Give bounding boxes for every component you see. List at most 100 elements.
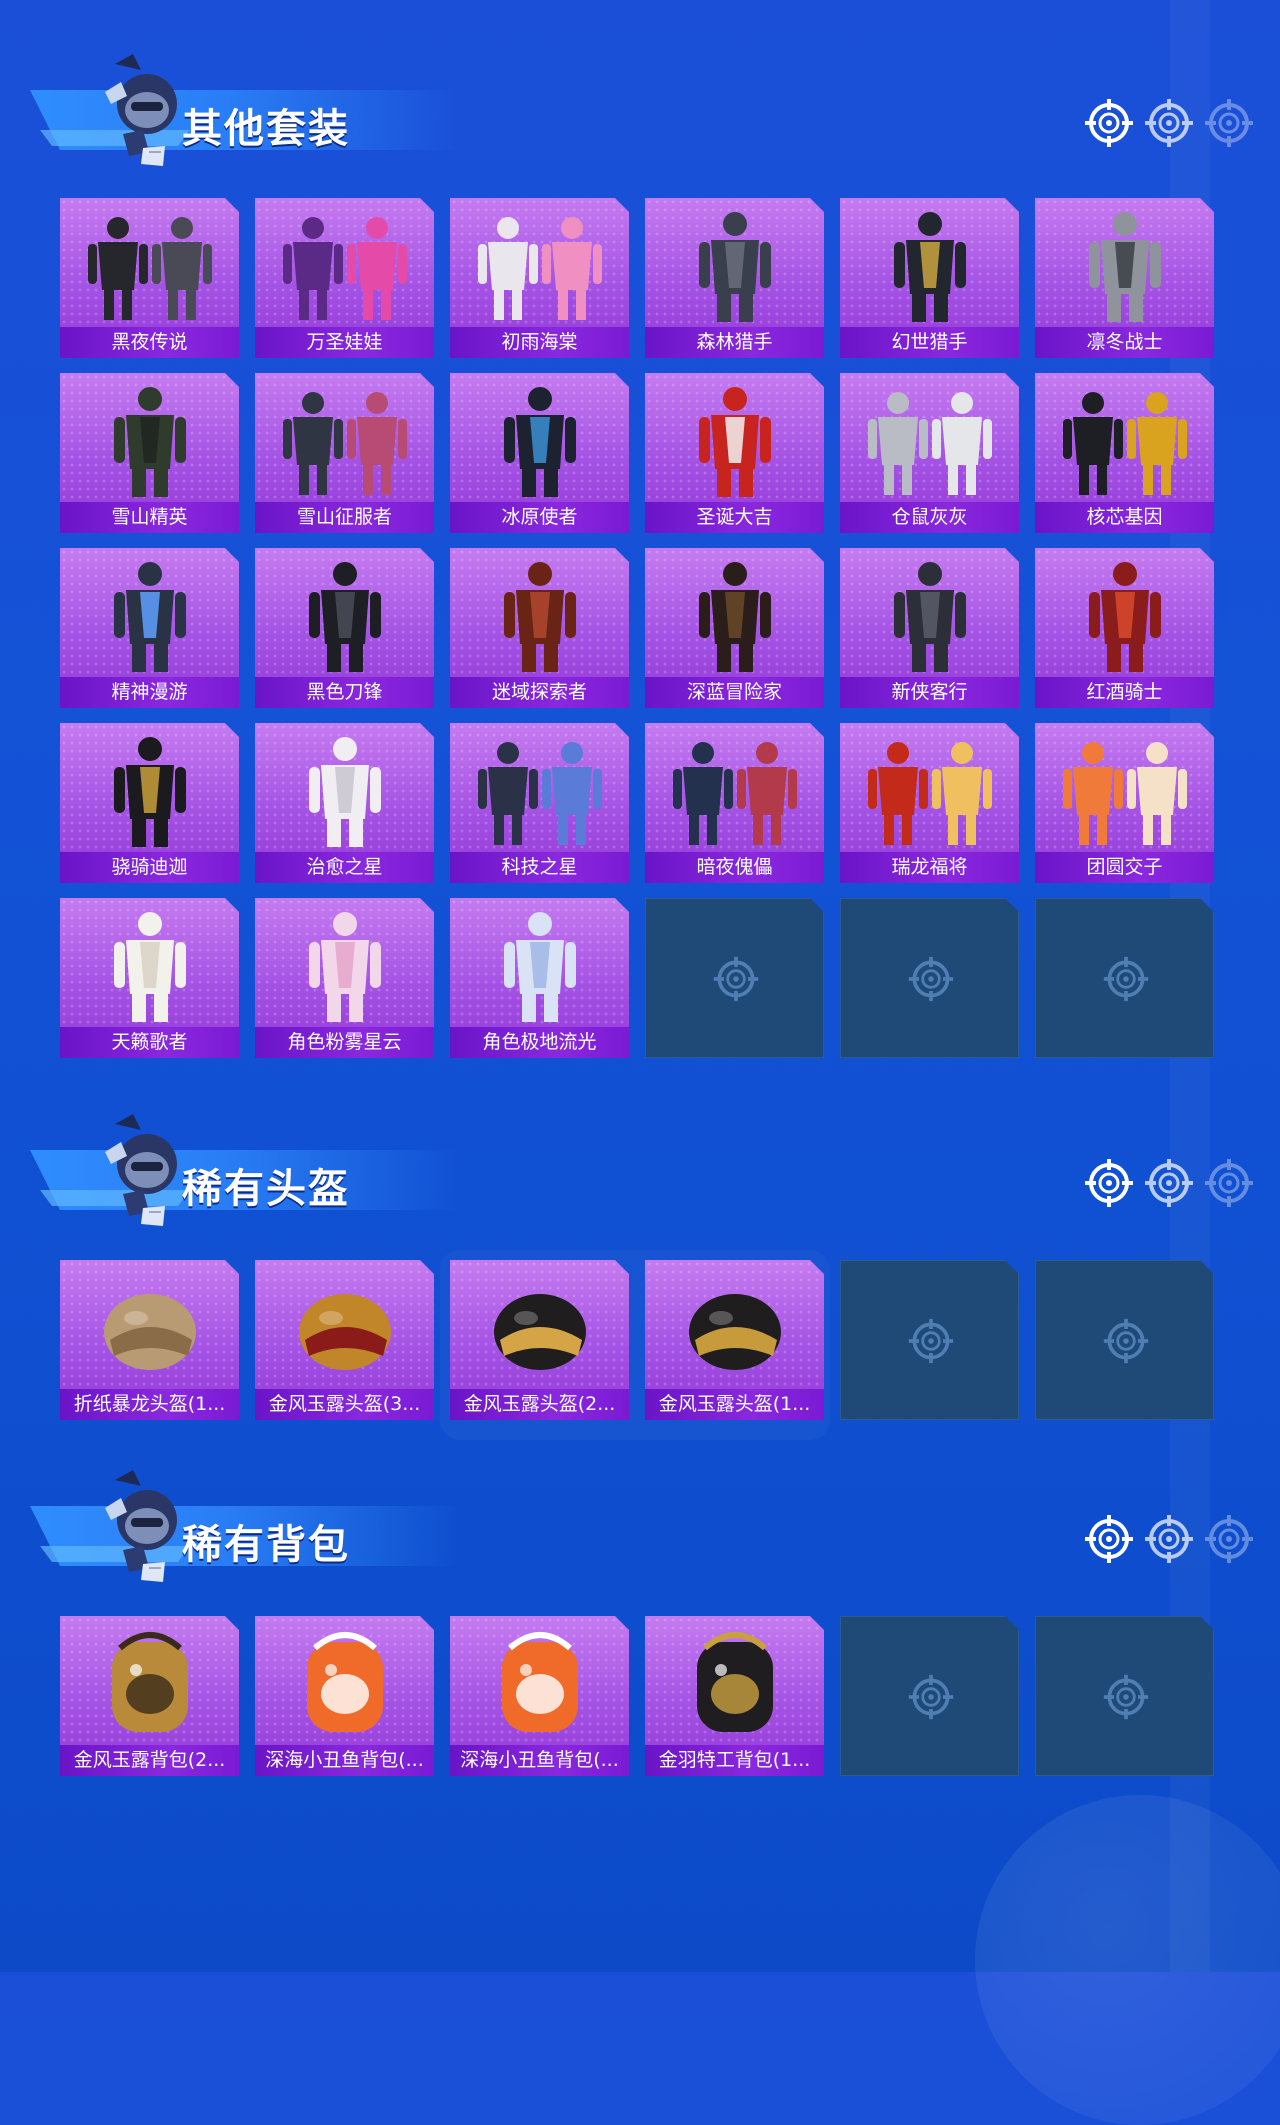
forest-hunter-icon bbox=[645, 198, 824, 326]
item-card[interactable]: 金风玉露头盔(2... bbox=[450, 1260, 629, 1420]
item-card[interactable]: 科技之星 bbox=[450, 723, 629, 883]
item-label: 金风玉露头盔(2... bbox=[450, 1389, 629, 1420]
white-nurse-outfit-icon bbox=[255, 723, 434, 851]
item-label: 天籁歌者 bbox=[60, 1027, 239, 1058]
halloween-doll-pair-icon bbox=[255, 198, 434, 326]
dark-robe-icon bbox=[840, 548, 1019, 676]
item-label: 黑色刀锋 bbox=[255, 677, 434, 708]
item-card[interactable]: 瑞龙福将 bbox=[840, 723, 1019, 883]
item-card[interactable]: 核芯基因 bbox=[1035, 373, 1214, 533]
empty-slot bbox=[1035, 1616, 1214, 1776]
background-parachute bbox=[975, 1795, 1280, 2125]
item-label: 凛冬战士 bbox=[1035, 327, 1214, 358]
item-label: 科技之星 bbox=[450, 852, 629, 883]
item-label: 瑞龙福将 bbox=[840, 852, 1019, 883]
white-singer-outfit-icon bbox=[60, 898, 239, 1026]
item-grid: 黑夜传说 万圣娃娃 初雨海棠 森林猎手 幻世猎手 凛冬战士雪山精英 雪山征服者 冰原使者 圣诞大… bbox=[60, 198, 1220, 1058]
item-card[interactable]: 治愈之星 bbox=[255, 723, 434, 883]
item-card[interactable]: 精神漫游 bbox=[60, 548, 239, 708]
crosshair-icon bbox=[1143, 1513, 1195, 1565]
pink-dress-character-icon bbox=[255, 898, 434, 1026]
black-blade-armor-icon bbox=[255, 548, 434, 676]
empty-slot bbox=[840, 898, 1019, 1058]
white-pink-pair-icon bbox=[450, 198, 629, 326]
item-card[interactable]: 新侠客行 bbox=[840, 548, 1019, 708]
item-label: 冰原使者 bbox=[450, 502, 629, 533]
armored-mech-suit-icon bbox=[60, 548, 239, 676]
item-label: 新侠客行 bbox=[840, 677, 1019, 708]
item-card[interactable]: 万圣娃娃 bbox=[255, 198, 434, 358]
item-label: 金风玉露背包(2... bbox=[60, 1745, 239, 1776]
clownfish-backpack-icon bbox=[255, 1616, 434, 1744]
item-card[interactable]: 红酒骑士 bbox=[1035, 548, 1214, 708]
crosshair-icon bbox=[1102, 955, 1150, 1003]
item-card[interactable]: 深海小丑鱼背包(... bbox=[450, 1616, 629, 1776]
crosshair-icon bbox=[1143, 97, 1195, 149]
item-label: 深蓝冒险家 bbox=[645, 677, 824, 708]
item-card[interactable]: 初雨海棠 bbox=[450, 198, 629, 358]
item-label: 金风玉露头盔(1... bbox=[645, 1389, 824, 1420]
item-label: 仓鼠灰灰 bbox=[840, 502, 1019, 533]
black-gold-backpack-icon bbox=[645, 1616, 824, 1744]
item-grid: 折纸暴龙头盔(1... 金风玉露头盔(3... 金风玉露头盔(2... 金风玉露头盔(… bbox=[60, 1260, 1220, 1430]
item-card[interactable]: 角色极地流光 bbox=[450, 898, 629, 1058]
ice-envoy-icon bbox=[450, 373, 629, 501]
item-card[interactable]: 角色粉雾星云 bbox=[255, 898, 434, 1058]
header-crosshairs bbox=[1083, 1513, 1263, 1569]
item-card[interactable]: 冰原使者 bbox=[450, 373, 629, 533]
empty-slot bbox=[645, 898, 824, 1058]
item-label: 深海小丑鱼背包(... bbox=[450, 1745, 629, 1776]
crosshair-icon bbox=[712, 955, 760, 1003]
item-card[interactable]: 雪山精英 bbox=[60, 373, 239, 533]
winter-camo-soldier-icon bbox=[1035, 198, 1214, 326]
item-card[interactable]: 幻世猎手 bbox=[840, 198, 1019, 358]
empty-slot bbox=[840, 1260, 1019, 1420]
crosshair-icon bbox=[1102, 1673, 1150, 1721]
item-card[interactable]: 金羽特工背包(1... bbox=[645, 1616, 824, 1776]
item-card[interactable]: 骁骑迪迦 bbox=[60, 723, 239, 883]
item-card[interactable]: 折纸暴龙头盔(1... bbox=[60, 1260, 239, 1420]
item-label: 精神漫游 bbox=[60, 677, 239, 708]
item-card[interactable]: 天籁歌者 bbox=[60, 898, 239, 1058]
item-label: 初雨海棠 bbox=[450, 327, 629, 358]
item-label: 圣诞大吉 bbox=[645, 502, 824, 533]
item-label: 团圆交子 bbox=[1035, 852, 1214, 883]
item-card[interactable]: 深海小丑鱼背包(... bbox=[255, 1616, 434, 1776]
crosshair-icon bbox=[907, 1317, 955, 1365]
empty-slot bbox=[1035, 898, 1214, 1058]
item-card[interactable]: 黑色刀锋 bbox=[255, 548, 434, 708]
item-label: 红酒骑士 bbox=[1035, 677, 1214, 708]
red-knight-armor-icon bbox=[1035, 548, 1214, 676]
christmas-outfit-icon bbox=[645, 373, 824, 501]
item-card[interactable]: 深蓝冒险家 bbox=[645, 548, 824, 708]
item-card[interactable]: 黑夜传说 bbox=[60, 198, 239, 358]
empty-slot bbox=[840, 1616, 1019, 1776]
item-card[interactable]: 圣诞大吉 bbox=[645, 373, 824, 533]
item-card[interactable]: 迷域探索者 bbox=[450, 548, 629, 708]
header-crosshairs bbox=[1083, 97, 1263, 153]
item-label: 森林猎手 bbox=[645, 327, 824, 358]
gold-ornate-backpack-icon bbox=[60, 1616, 239, 1744]
item-label: 核芯基因 bbox=[1035, 502, 1214, 533]
night-puppet-pair-icon bbox=[645, 723, 824, 851]
crosshair-icon bbox=[1203, 1157, 1255, 1209]
item-card[interactable]: 仓鼠灰灰 bbox=[840, 373, 1019, 533]
item-card[interactable]: 森林猎手 bbox=[645, 198, 824, 358]
item-card[interactable]: 金风玉露背包(2... bbox=[60, 1616, 239, 1776]
section-title: 稀有背包 bbox=[182, 1522, 350, 1568]
item-card[interactable]: 金风玉露头盔(1... bbox=[645, 1260, 824, 1420]
section-title: 其他套装 bbox=[182, 106, 350, 152]
dark-long-coat-icon bbox=[645, 548, 824, 676]
golden-plumed-helmet-icon bbox=[255, 1260, 434, 1388]
item-card[interactable]: 金风玉露头盔(3... bbox=[255, 1260, 434, 1420]
item-card[interactable]: 团圆交子 bbox=[1035, 723, 1214, 883]
crosshair-icon bbox=[1203, 1513, 1255, 1565]
blue-dress-character-icon bbox=[450, 898, 629, 1026]
item-card[interactable]: 凛冬战士 bbox=[1035, 198, 1214, 358]
item-card[interactable]: 雪山征服者 bbox=[255, 373, 434, 533]
item-label: 金羽特工背包(1... bbox=[645, 1745, 824, 1776]
section-header: 其他套装 bbox=[30, 52, 1253, 166]
item-card[interactable]: 暗夜傀儡 bbox=[645, 723, 824, 883]
green-coat-outfit-icon bbox=[60, 373, 239, 501]
item-label: 雪山征服者 bbox=[255, 502, 434, 533]
